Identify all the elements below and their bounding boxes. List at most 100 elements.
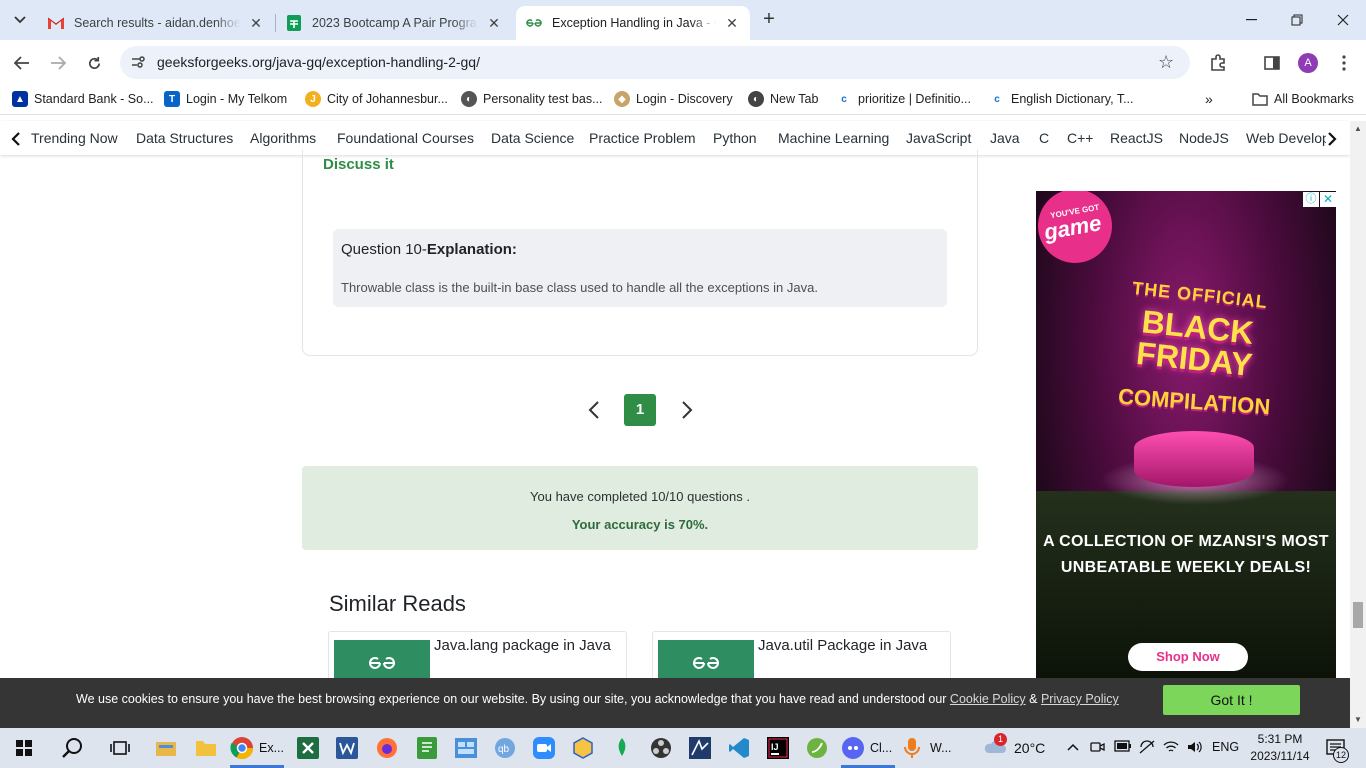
forward-arrow-icon[interactable] [45,51,71,75]
similar-read-title[interactable]: Java.lang package in Java [434,637,611,654]
new-tab-icon[interactable]: + [758,9,780,31]
bookmark-personality[interactable]: ◐ Personality test bas... [461,91,603,107]
bookmark-star-icon[interactable]: ☆ [1158,52,1174,73]
close-tab-icon[interactable]: ✕ [724,15,740,32]
bookmark-telkom[interactable]: T Login - My Telkom [164,91,287,107]
word-icon[interactable] [333,734,361,762]
task-view-icon[interactable] [106,734,134,762]
volume-icon[interactable] [1187,740,1203,757]
tray-overflow-chevron-icon[interactable] [1067,740,1079,754]
tab-sheets[interactable]: 2023 Bootcamp A Pair Programming ✕ [276,6,512,40]
excel-icon[interactable] [294,734,322,762]
profile-avatar[interactable]: A [1298,53,1318,73]
close-tab-icon[interactable]: ✕ [248,15,264,32]
bookmark-english-dictionary[interactable]: c English Dictionary, T... [989,91,1134,107]
spring-tool-icon[interactable] [803,734,831,762]
minimize-icon[interactable] [1228,0,1274,40]
scroll-up-icon[interactable]: ▲ [1350,121,1366,137]
bookmark-label: City of Johannesbur... [327,92,448,106]
privacy-policy-link[interactable]: Privacy Policy [1041,692,1119,706]
nav-nodejs[interactable]: NodeJS [1179,130,1229,146]
focus-assist-icon[interactable] [1139,740,1155,757]
nav-javascript[interactable]: JavaScript [906,130,971,146]
discuss-link[interactable]: Discuss it [323,156,394,173]
nav-data-structures[interactable]: Data Structures [136,130,233,146]
ad-close-icon[interactable]: ✕ [1320,192,1336,207]
sheets-icon [286,15,302,31]
nav-algorithms[interactable]: Algorithms [250,130,316,146]
previous-page-icon[interactable] [584,399,606,421]
tab-search-chevron-icon[interactable] [8,9,32,31]
current-page-button[interactable]: 1 [624,394,656,426]
nav-practice-problem[interactable]: Practice Problem [589,130,696,146]
all-bookmarks[interactable]: All Bookmarks [1252,91,1354,107]
language-indicator[interactable]: ENG [1212,740,1239,754]
accept-cookies-button[interactable]: Got It ! [1163,685,1300,715]
tab-active-gfg[interactable]: Exception Handling in Java - GeeksforGee… [516,6,750,40]
weather-temperature[interactable]: 20°C [1014,740,1045,756]
bookmark-discovery[interactable]: ◆ Login - Discovery [614,91,733,107]
bookmarks-overflow-icon[interactable]: » [1205,91,1213,107]
nav-trending-now[interactable]: Trending Now [31,130,118,146]
tab-gmail[interactable]: Search results - aidan.denhoed@ ✕ [38,6,274,40]
obs-icon[interactable] [647,734,675,762]
nav-reactjs[interactable]: ReactJS [1110,130,1163,146]
bookmark-prioritize[interactable]: c prioritize | Definitio... [836,91,971,107]
ad-shop-now-button[interactable]: Shop Now [1128,643,1248,671]
taskbar-chrome[interactable]: Ex... [230,734,284,762]
nav-c[interactable]: C [1039,130,1049,146]
bookmark-new-tab[interactable]: ◐ New Tab [748,91,818,107]
scroll-down-icon[interactable]: ▼ [1350,712,1366,728]
taskbar-discord[interactable]: Cl... [841,734,892,762]
url-text[interactable]: geeksforgeeks.org/java-gq/exception-hand… [157,54,480,70]
advertisement-banner[interactable]: YOU'VE GOT game THE OFFICIAL BLACK FRIDA… [1036,191,1336,681]
network-tool-icon[interactable] [686,734,714,762]
next-page-icon[interactable] [675,399,697,421]
intellij-icon[interactable]: IJ [764,734,792,762]
reload-icon[interactable] [81,51,107,75]
nav-python[interactable]: Python [713,130,757,146]
folder-icon[interactable] [192,734,220,762]
notes-app-icon[interactable] [413,734,441,762]
system-clock[interactable]: 5:31 PM 2023/11/14 [1246,731,1314,765]
nav-foundational-courses[interactable]: Foundational Courses [337,130,474,146]
vscode-icon[interactable] [725,734,753,762]
nav-web-development[interactable]: Web Develop [1246,130,1326,146]
nav-data-science[interactable]: Data Science [491,130,574,146]
side-panel-icon[interactable] [1261,52,1283,74]
mongodb-icon[interactable] [608,734,636,762]
page-scrollbar[interactable] [1350,121,1366,728]
cube-app-icon[interactable] [569,734,597,762]
explanation-title: Question 10-Explanation: [341,241,517,258]
cookie-policy-link[interactable]: Cookie Policy [950,692,1026,706]
nav-scroll-left-icon[interactable] [10,131,22,147]
nav-java[interactable]: Java [990,130,1020,146]
meet-now-icon[interactable] [1090,740,1106,757]
ad-info-icon[interactable]: ⓘ [1303,192,1319,207]
battery-icon[interactable] [1114,740,1132,755]
restore-icon[interactable] [1274,0,1320,40]
nav-cpp[interactable]: C++ [1067,130,1093,146]
control-panel-icon[interactable] [452,734,480,762]
windows-start-icon[interactable] [10,734,38,762]
close-window-icon[interactable] [1320,0,1366,40]
bookmark-joburg[interactable]: J City of Johannesbur... [305,91,448,107]
file-explorer-icon[interactable] [152,734,180,762]
scroll-thumb[interactable] [1353,602,1363,628]
wifi-icon[interactable] [1163,740,1179,757]
nav-machine-learning[interactable]: Machine Learning [778,130,889,146]
search-icon[interactable] [58,734,86,762]
back-arrow-icon[interactable] [9,51,35,75]
qbittorrent-icon[interactable]: qb [491,734,519,762]
zoom-icon[interactable] [530,734,558,762]
completed-text: You have completed 10/10 questions . [530,489,750,504]
nav-scroll-right-icon[interactable] [1326,131,1338,147]
taskbar-voice-recorder[interactable]: W... [901,734,952,762]
close-tab-icon[interactable]: ✕ [486,15,502,32]
firefox-icon[interactable] [373,734,401,762]
similar-read-title[interactable]: Java.util Package in Java [758,637,927,654]
extensions-icon[interactable] [1207,52,1229,74]
bookmark-standard-bank[interactable]: ▲ Standard Bank - So... [12,91,154,107]
site-settings-icon[interactable] [130,54,146,70]
more-menu-icon[interactable] [1333,52,1355,74]
